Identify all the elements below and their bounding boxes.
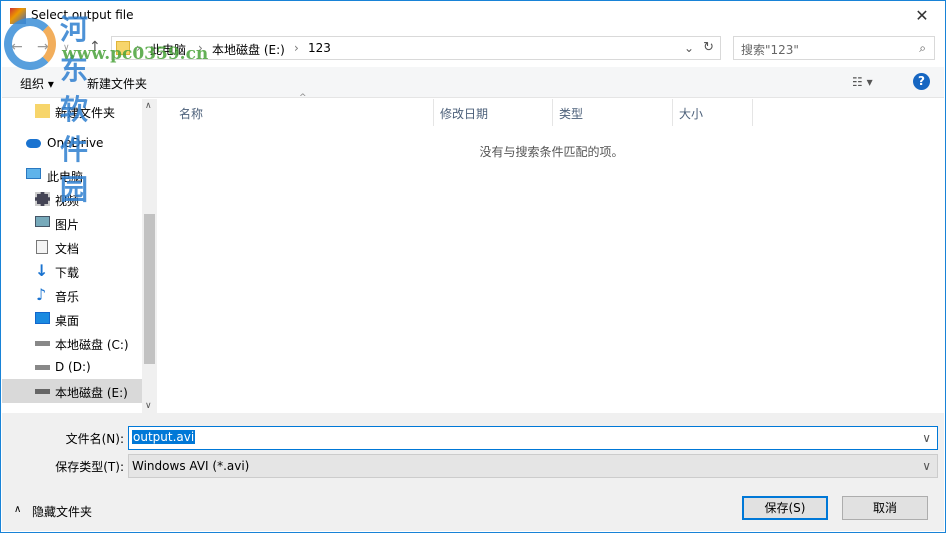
address-dropdown-icon[interactable]: ⌄	[684, 41, 694, 55]
folder-icon	[35, 104, 50, 118]
column-date-modified[interactable]: 修改日期	[434, 99, 553, 126]
document-icon	[36, 240, 48, 254]
chevron-right-icon[interactable]: ›	[294, 41, 299, 55]
chevron-up-icon[interactable]: ∧	[14, 504, 21, 515]
save-options-panel: 文件名(N): output.avi ∨ 保存类型(T): Windows AV…	[2, 413, 944, 531]
filetype-label: 保存类型(T):	[55, 460, 124, 474]
breadcrumb-drive-e[interactable]: 本地磁盘 (E:)	[212, 41, 285, 58]
nav-item-downloads[interactable]: ↓ 下载	[2, 259, 142, 283]
hide-folders-toggle[interactable]: 隐藏文件夹	[32, 503, 92, 520]
cloud-icon	[26, 139, 41, 148]
help-icon[interactable]: ?	[913, 73, 930, 90]
chevron-right-icon[interactable]: ›	[198, 41, 203, 55]
address-bar[interactable]: › 此电脑 › 本地磁盘 (E:) › 123 ⌄ ↻	[111, 36, 721, 60]
pictures-icon	[35, 216, 50, 227]
column-size[interactable]: 大小	[673, 99, 753, 126]
cancel-button[interactable]: 取消	[842, 496, 928, 520]
empty-message: 没有与搜索条件匹配的项。	[479, 145, 624, 159]
nav-item-drive-d[interactable]: D (D:)	[2, 355, 142, 379]
new-folder-button[interactable]: 新建文件夹	[87, 75, 147, 92]
filename-label: 文件名(N):	[65, 432, 124, 446]
search-placeholder: 搜索"123"	[741, 43, 799, 57]
music-icon: ♪	[36, 285, 47, 304]
nav-item-this-pc[interactable]: 此电脑	[2, 163, 142, 187]
nav-item-desktop[interactable]: 桌面	[2, 307, 142, 331]
search-input[interactable]: 搜索"123" ⌕	[733, 36, 935, 60]
save-button[interactable]: 保存(S)	[742, 496, 828, 520]
column-type[interactable]: 类型	[553, 99, 673, 126]
video-icon	[35, 192, 50, 206]
nav-item-videos[interactable]: 视频	[2, 187, 142, 211]
address-row: ← → ∨ ↑ › 此电脑 › 本地磁盘 (E:) › 123 ⌄ ↻ 搜索"1…	[1, 35, 945, 61]
download-icon: ↓	[35, 261, 49, 280]
save-file-dialog: Select output file ✕ ← → ∨ ↑ › 此电脑 › 本地磁…	[0, 0, 946, 533]
nav-item-pictures[interactable]: 图片	[2, 211, 142, 235]
recent-chevron-icon[interactable]: ∨	[63, 43, 70, 53]
desktop-icon	[35, 312, 50, 324]
up-arrow-icon[interactable]: ↑	[89, 39, 101, 55]
navigation-pane: 新建文件夹 OneDrive 此电脑 视频 图片 文档 ↓ 下载 ♪ 音乐 桌面 本…	[2, 99, 157, 413]
search-icon[interactable]: ⌕	[919, 41, 926, 56]
window-title: Select output file	[31, 8, 134, 22]
breadcrumb-this-pc[interactable]: 此电脑	[150, 41, 186, 58]
scroll-up-icon[interactable]: ∧	[145, 101, 152, 111]
drive-icon	[35, 389, 50, 394]
toolbar: 组织 ▾ 新建文件夹 ☷ ▾ ?	[2, 67, 944, 98]
folder-icon	[116, 41, 130, 55]
refresh-icon[interactable]: ↻	[703, 40, 714, 55]
forward-arrow-icon[interactable]: →	[37, 39, 49, 55]
nav-item-new-folder[interactable]: 新建文件夹	[2, 99, 142, 123]
nav-item-drive-e[interactable]: 本地磁盘 (E:)	[2, 379, 142, 403]
scrollbar-thumb[interactable]	[144, 214, 155, 364]
filename-input[interactable]: output.avi ∨	[128, 426, 938, 450]
scroll-down-icon[interactable]: ∨	[145, 401, 152, 411]
nav-item-music[interactable]: ♪ 音乐	[2, 283, 142, 307]
filetype-select[interactable]: Windows AVI (*.avi) ∨	[128, 454, 938, 478]
nav-scrollbar[interactable]: ∧ ∨	[142, 99, 157, 413]
column-name[interactable]: 名称	[159, 99, 434, 126]
view-options-button[interactable]: ☷ ▾	[852, 75, 873, 89]
chevron-right-icon[interactable]: ›	[136, 41, 141, 55]
title-bar: Select output file ✕	[1, 1, 945, 31]
chevron-down-icon[interactable]: ∨	[922, 431, 931, 445]
nav-item-onedrive[interactable]: OneDrive	[2, 131, 142, 155]
nav-item-drive-c[interactable]: 本地磁盘 (C:)	[2, 331, 142, 355]
close-button[interactable]: ✕	[899, 1, 945, 31]
organize-button[interactable]: 组织 ▾	[20, 75, 54, 92]
chevron-down-icon[interactable]: ∨	[922, 459, 931, 473]
breadcrumb-123[interactable]: 123	[308, 41, 331, 55]
drive-icon	[35, 341, 50, 346]
file-list: ^ 名称 修改日期 类型 大小 没有与搜索条件匹配的项。	[159, 93, 944, 413]
app-icon	[10, 8, 26, 24]
nav-item-documents[interactable]: 文档	[2, 235, 142, 259]
computer-icon	[26, 168, 41, 179]
drive-icon	[35, 365, 50, 370]
back-arrow-icon[interactable]: ←	[11, 39, 23, 55]
